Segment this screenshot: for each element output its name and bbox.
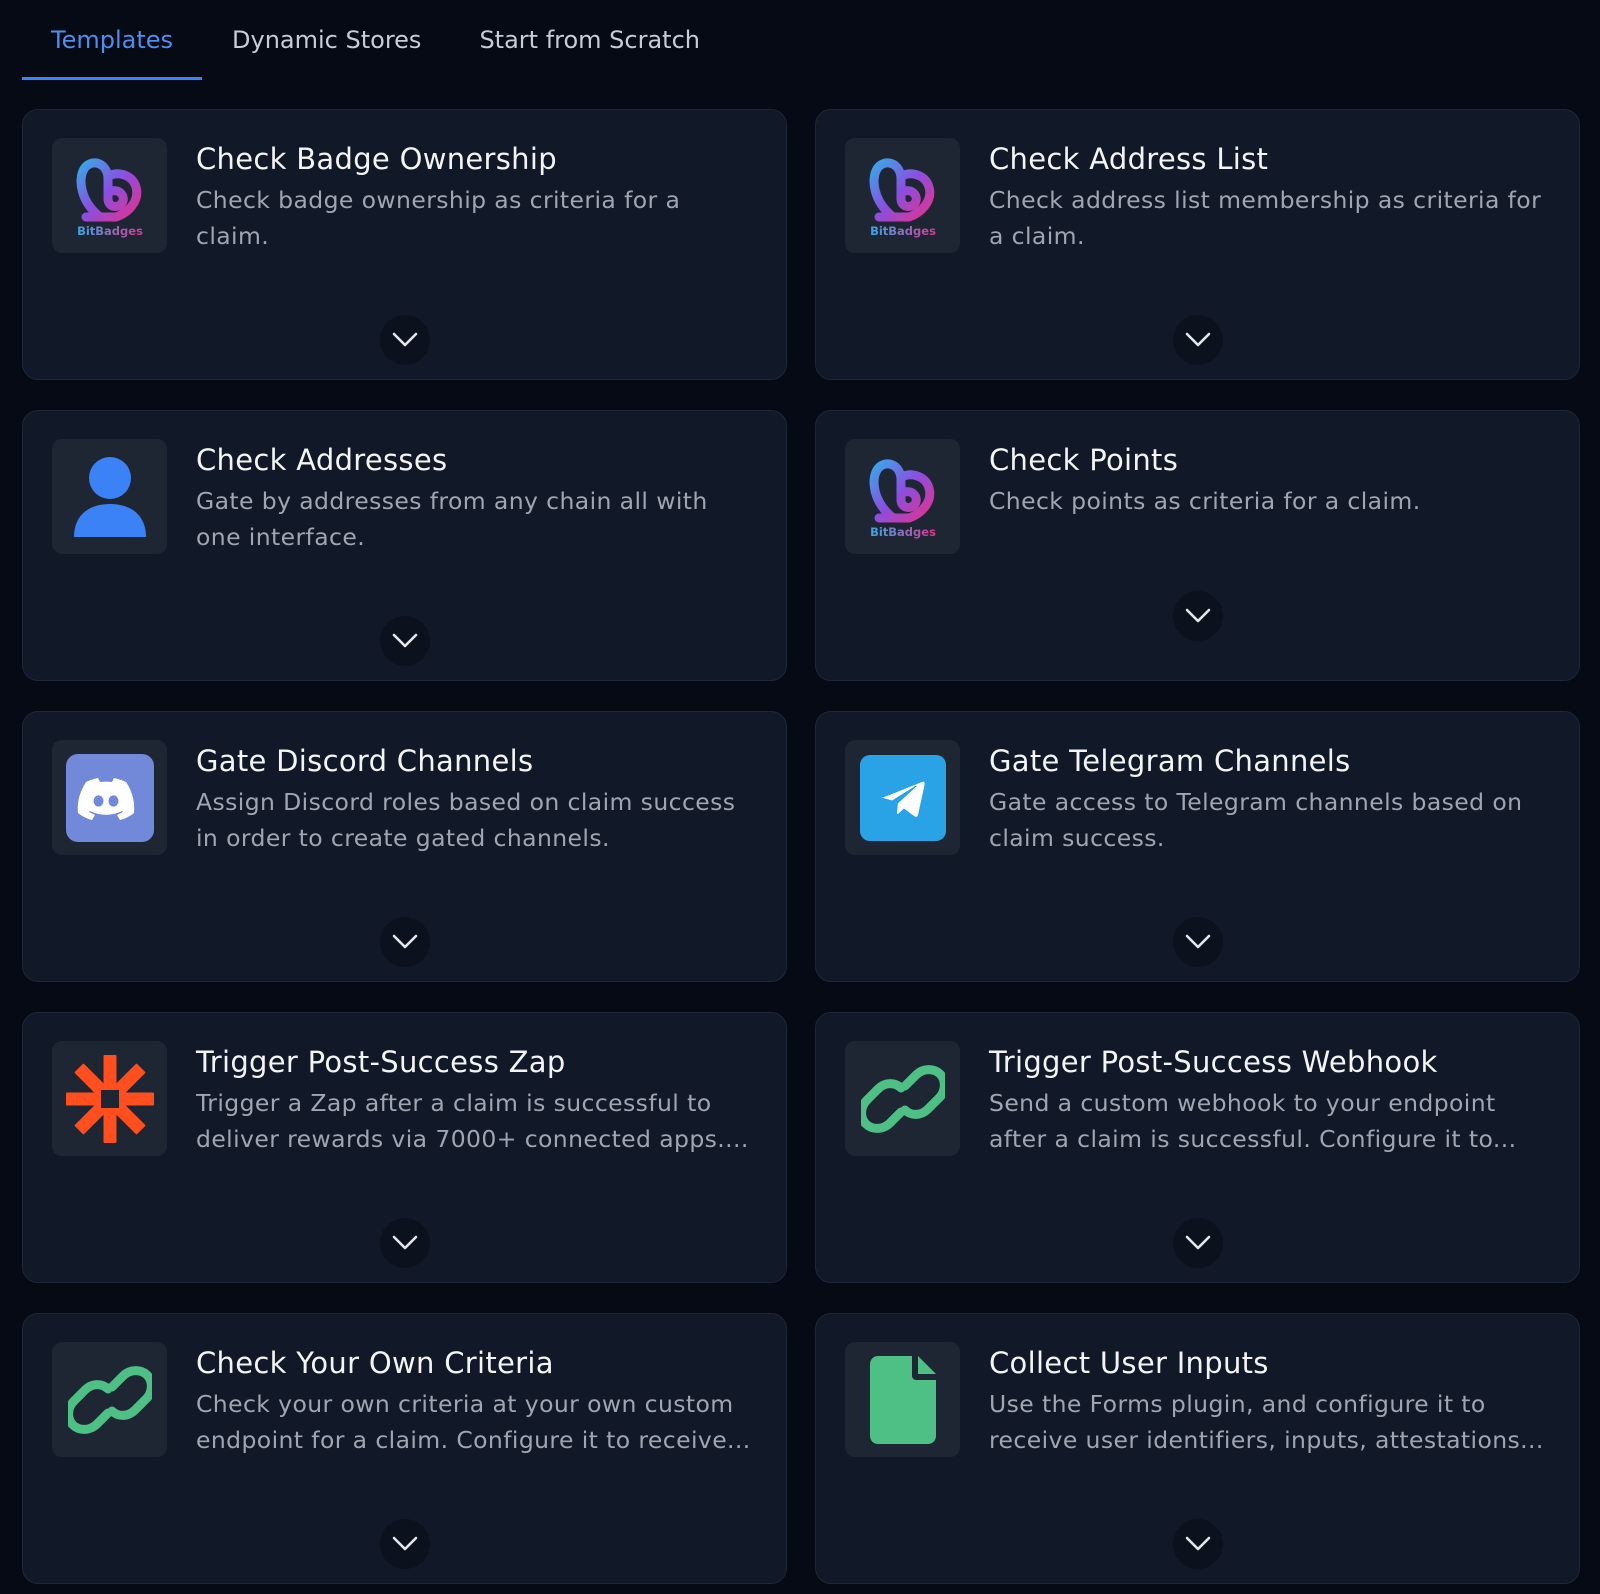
card-title: Check Badge Ownership: [196, 142, 557, 176]
chevron-down-icon: [1185, 1536, 1211, 1551]
chevron-down-icon: [1185, 1235, 1211, 1250]
chevron-down-icon: [392, 633, 418, 648]
document-icon: [845, 1342, 960, 1457]
card-title: Check Your Own Criteria: [196, 1346, 554, 1380]
card-description: Gate access to Telegram channels based o…: [989, 788, 1523, 852]
link-icon: [52, 1342, 167, 1457]
chevron-down-icon: [1185, 332, 1211, 347]
svg-text:BitBadges: BitBadges: [870, 224, 936, 238]
card-description: Check badge ownership as criteria for a …: [196, 186, 681, 250]
card-description: Assign Discord roles based on claim succ…: [196, 788, 736, 852]
card-title: Collect User Inputs: [989, 1346, 1269, 1380]
card-title: Trigger Post-Success Zap: [196, 1045, 566, 1079]
card-description: Check your own criteria at your own cust…: [196, 1390, 751, 1454]
template-card-gate-telegram-channels[interactable]: Gate Telegram Channels Gate access to Te…: [815, 711, 1580, 982]
card-description: Check points as criteria for a claim.: [989, 487, 1421, 515]
expand-button[interactable]: [1173, 591, 1223, 641]
template-card-check-badge-ownership[interactable]: BitBadges Check Badge Ownership Check ba…: [22, 109, 787, 380]
card-description: Use the Forms plugin, and configure it t…: [989, 1390, 1544, 1454]
chevron-down-icon: [392, 332, 418, 347]
template-card-trigger-post-success-zap[interactable]: Trigger Post-Success Zap Trigger a Zap a…: [22, 1012, 787, 1283]
bitbadges-logo-icon: BitBadges: [845, 138, 960, 253]
link-icon: [845, 1041, 960, 1156]
card-description: Trigger a Zap after a claim is successfu…: [196, 1089, 749, 1153]
card-title: Trigger Post-Success Webhook: [989, 1045, 1438, 1079]
template-card-collect-user-inputs[interactable]: Collect User Inputs Use the Forms plugin…: [815, 1313, 1580, 1584]
tab-dynamic-stores[interactable]: Dynamic Stores: [202, 0, 450, 80]
template-grid: BitBadges Check Badge Ownership Check ba…: [22, 109, 1580, 1584]
expand-button[interactable]: [1173, 315, 1223, 365]
chevron-down-icon: [392, 934, 418, 949]
expand-button[interactable]: [380, 917, 430, 967]
bitbadges-logo-icon: BitBadges: [52, 138, 167, 253]
chevron-down-icon: [1185, 934, 1211, 949]
card-title: Check Addresses: [196, 443, 448, 477]
chevron-down-icon: [392, 1235, 418, 1250]
templates-page: Templates Dynamic Stores Start from Scra…: [0, 0, 1600, 1594]
template-card-gate-discord-channels[interactable]: Gate Discord Channels Assign Discord rol…: [22, 711, 787, 982]
bitbadges-logo-icon: BitBadges: [845, 439, 960, 554]
tab-templates[interactable]: Templates: [22, 0, 203, 80]
template-card-check-points[interactable]: BitBadges Check Points Check points as c…: [815, 410, 1580, 681]
template-card-trigger-post-success-webhook[interactable]: Trigger Post-Success Webhook Send a cust…: [815, 1012, 1580, 1283]
expand-button[interactable]: [380, 315, 430, 365]
expand-button[interactable]: [380, 1519, 430, 1569]
expand-button[interactable]: [1173, 917, 1223, 967]
card-title: Gate Discord Channels: [196, 744, 534, 778]
chevron-down-icon: [1185, 608, 1211, 623]
template-card-check-addresses[interactable]: Check Addresses Gate by addresses from a…: [22, 410, 787, 681]
telegram-icon: [845, 740, 960, 855]
user-icon: [52, 439, 167, 554]
card-title: Gate Telegram Channels: [989, 744, 1351, 778]
expand-button[interactable]: [380, 1218, 430, 1268]
card-description: Check address list membership as criteri…: [989, 186, 1542, 250]
chevron-down-icon: [392, 1536, 418, 1551]
svg-text:BitBadges: BitBadges: [77, 224, 143, 238]
card-description: Gate by addresses from any chain all wit…: [196, 487, 708, 551]
expand-button[interactable]: [380, 616, 430, 666]
template-card-check-your-own-criteria[interactable]: Check Your Own Criteria Check your own c…: [22, 1313, 787, 1584]
tab-start-from-scratch[interactable]: Start from Scratch: [450, 0, 729, 80]
card-title: Check Address List: [989, 142, 1269, 176]
zapier-icon: [52, 1041, 167, 1156]
template-card-check-address-list[interactable]: BitBadges Check Address List Check addre…: [815, 109, 1580, 380]
card-title: Check Points: [989, 443, 1179, 477]
svg-text:BitBadges: BitBadges: [870, 525, 936, 539]
tab-bar: Templates Dynamic Stores Start from Scra…: [22, 0, 729, 80]
expand-button[interactable]: [1173, 1519, 1223, 1569]
expand-button[interactable]: [1173, 1218, 1223, 1268]
discord-icon: [52, 740, 167, 855]
card-description: Send a custom webhook to your endpoint a…: [989, 1089, 1517, 1153]
